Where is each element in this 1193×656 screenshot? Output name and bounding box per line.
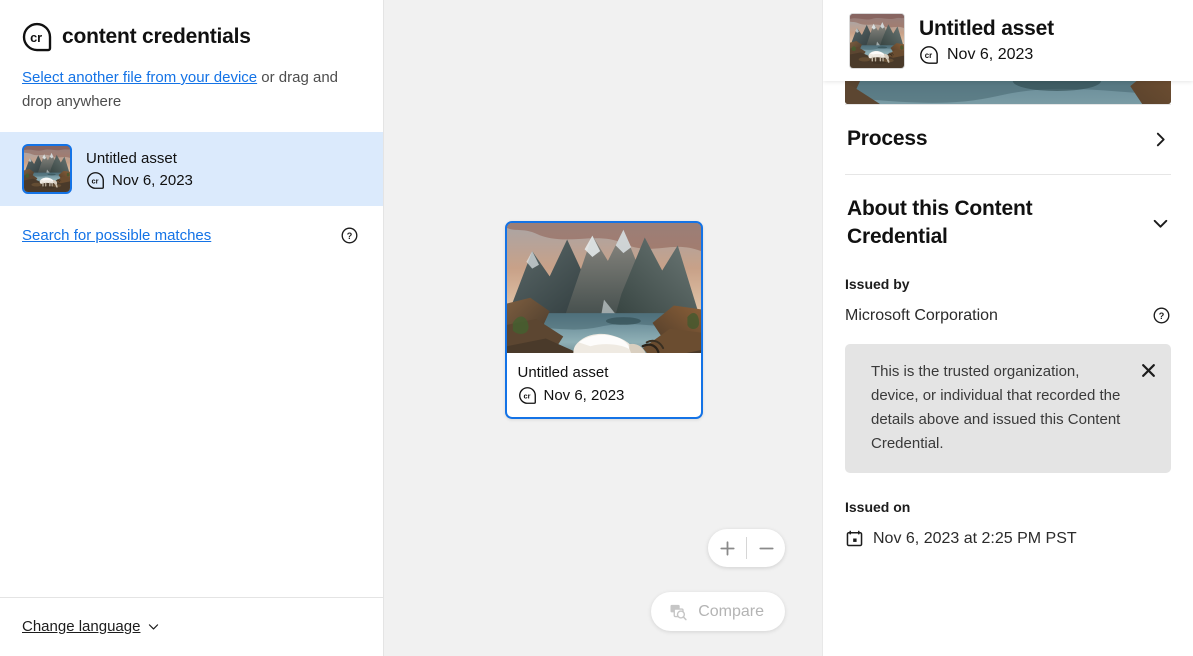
issued-by-value: Microsoft Corporation (845, 307, 998, 325)
asset-card-date: Nov 6, 2023 (518, 385, 690, 406)
section-process-title: Process (847, 125, 927, 153)
content-credentials-cr-icon: cr (22, 22, 52, 52)
issued-by-info-text: This is the trusted organization, device… (871, 360, 1130, 456)
close-x-icon[interactable] (1140, 362, 1157, 379)
panel-header-date: Nov 6, 2023 (919, 44, 1054, 66)
cr-icon (518, 386, 537, 405)
change-language-label: Change language (22, 618, 140, 635)
issued-on-value: Nov 6, 2023 at 2:25 PM PST (873, 530, 1077, 548)
panel-header-meta: Untitled asset Nov 6, 2023 (919, 16, 1054, 66)
select-file-link[interactable]: Select another file from your device (22, 69, 257, 86)
zoom-out-button[interactable] (747, 529, 785, 567)
details-panel-body: Process About this Content Credential Is… (823, 104, 1193, 548)
asset-canvas: Untitled asset Nov 6, 2023 (384, 0, 823, 656)
cr-icon (86, 171, 105, 190)
chevron-down-icon (1152, 215, 1169, 232)
sidebar-file-item[interactable]: Untitled asset Nov 6, 2023 (0, 132, 383, 206)
svg-text:?: ? (1159, 311, 1165, 321)
question-circle-icon[interactable]: ? (1152, 306, 1171, 325)
mountain-lake-goat-image (507, 223, 701, 353)
search-matches-row: Search for possible matches ? (0, 206, 383, 245)
asset-card-name: Untitled asset (518, 362, 690, 383)
zoom-controls (708, 529, 785, 567)
issued-by-row: Microsoft Corporation ? (845, 306, 1171, 325)
svg-text:?: ? (347, 231, 353, 241)
question-circle-icon[interactable]: ? (340, 226, 359, 245)
file-name: Untitled asset (86, 149, 193, 168)
compare-label: Compare (698, 603, 764, 621)
details-panel-scroll[interactable]: Process About this Content Credential Is… (823, 0, 1193, 656)
sidebar-footer: Change language (0, 597, 383, 656)
section-about-content-credential[interactable]: About this Content Credential (845, 174, 1171, 272)
asset-card[interactable]: Untitled asset Nov 6, 2023 (505, 221, 703, 419)
minus-icon (757, 539, 776, 558)
content-credentials-app: cr content credentials Select another fi… (0, 0, 1193, 656)
mountain-lake-goat-thumbnail (849, 13, 905, 69)
asset-card-caption: Untitled asset Nov 6, 2023 (507, 353, 701, 417)
chevron-down-icon (147, 620, 160, 633)
file-date-text: Nov 6, 2023 (112, 171, 193, 190)
change-language-button[interactable]: Change language (22, 618, 160, 635)
mountain-lake-goat-thumbnail (22, 144, 72, 194)
panel-header-date-text: Nov 6, 2023 (947, 44, 1033, 66)
panel-sticky-header: Untitled asset Nov 6, 2023 (823, 0, 1193, 81)
issued-on-block: Issued on Nov 6, 2023 at 2:25 PM PST (845, 499, 1171, 548)
issued-by-label: Issued by (845, 276, 1171, 292)
file-date: Nov 6, 2023 (86, 171, 193, 190)
chevron-right-icon (1152, 131, 1169, 148)
asset-card-date-text: Nov 6, 2023 (544, 385, 625, 406)
issued-by-info-tooltip: This is the trusted organization, device… (845, 344, 1171, 473)
panel-header-title: Untitled asset (919, 16, 1054, 42)
section-about-title: About this Content Credential (847, 195, 1097, 251)
brand-header: cr content credentials (0, 0, 383, 52)
calendar-icon (845, 529, 864, 548)
plus-icon (718, 539, 737, 558)
issued-on-label: Issued on (845, 499, 1171, 515)
search-matches-link[interactable]: Search for possible matches (22, 227, 211, 244)
details-panel: Process About this Content Credential Is… (823, 0, 1193, 656)
dropzone-instructions: Select another file from your device or … (0, 52, 383, 132)
compare-images-icon (668, 602, 688, 622)
compare-button[interactable]: Compare (651, 592, 785, 631)
brand-title: content credentials (62, 25, 251, 49)
file-meta: Untitled asset Nov 6, 2023 (86, 149, 193, 190)
sidebar: cr content credentials Select another fi… (0, 0, 384, 656)
issued-on-row: Nov 6, 2023 at 2:25 PM PST (845, 529, 1171, 548)
section-process[interactable]: Process (845, 104, 1171, 174)
cr-icon (919, 45, 939, 65)
svg-text:cr: cr (30, 30, 42, 45)
zoom-in-button[interactable] (708, 529, 746, 567)
sidebar-spacer (0, 245, 383, 597)
